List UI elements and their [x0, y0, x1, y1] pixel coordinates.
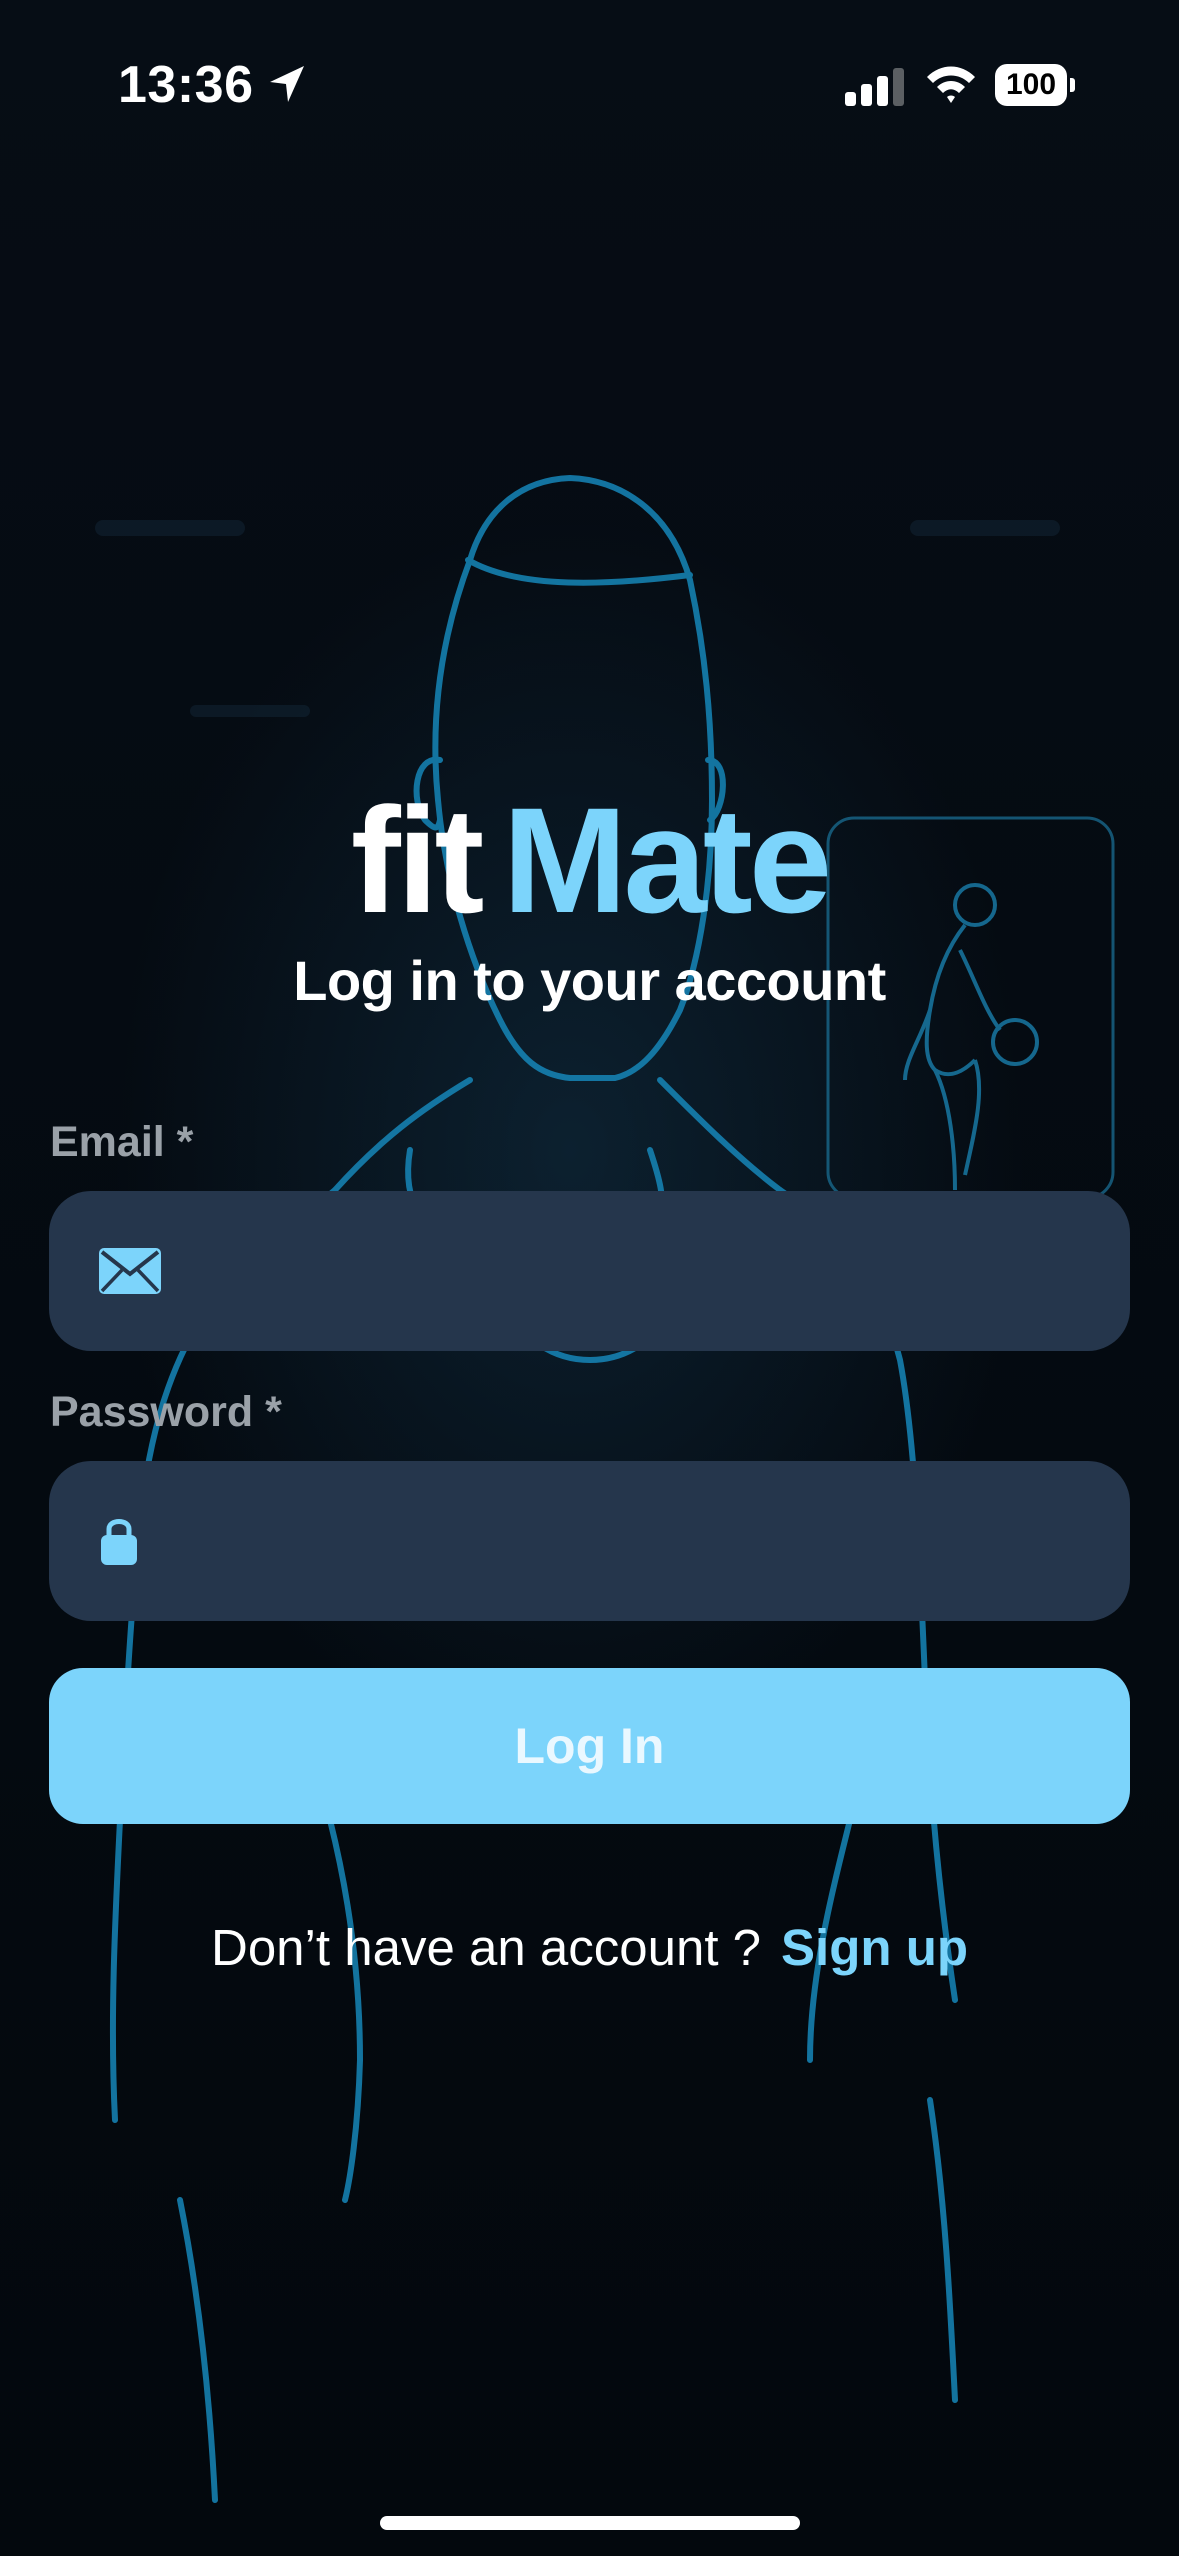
app-logo: fit Mate — [0, 775, 1179, 945]
logo-mate: Mate — [502, 776, 832, 944]
email-input[interactable] — [199, 1191, 1103, 1353]
battery-icon: 100 — [995, 64, 1075, 106]
lock-icon — [101, 1519, 137, 1565]
email-field[interactable] — [49, 1191, 1130, 1353]
signup-prompt: Don’t have an account ? — [210, 1919, 762, 1976]
envelope-icon — [99, 1248, 161, 1294]
status-time: 13:36 — [118, 56, 254, 114]
location-arrow-icon — [270, 66, 304, 102]
logo-fit: fit — [350, 776, 485, 944]
signup-link[interactable]: Sign up — [781, 1919, 968, 1976]
password-input[interactable] — [199, 1461, 1103, 1623]
wifi-icon — [927, 66, 975, 103]
email-label: Email * — [50, 1118, 194, 1166]
password-field[interactable] — [49, 1461, 1130, 1623]
battery-level: 100 — [1005, 68, 1057, 101]
status-bar: 13:36 100 — [0, 0, 1179, 175]
login-button[interactable]: Log In — [49, 1668, 1130, 1824]
page-title: Log in to your account — [293, 949, 886, 1012]
home-indicator[interactable] — [380, 2516, 800, 2530]
password-label: Password * — [50, 1388, 282, 1436]
signal-icon — [845, 68, 904, 106]
signup-prompt-row: Don’t have an account ? Sign up — [0, 1918, 1179, 1977]
